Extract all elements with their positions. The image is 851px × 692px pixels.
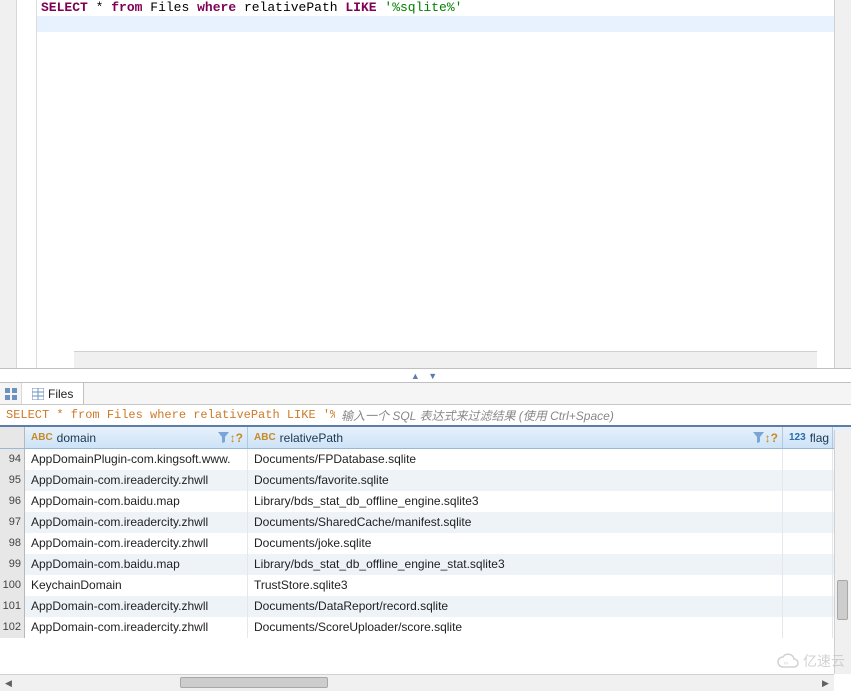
grid-icon	[5, 388, 17, 400]
row-number: 98	[0, 533, 25, 554]
column-label: domain	[57, 431, 96, 445]
table-row[interactable]: 96AppDomain-com.baidu.mapLibrary/bds_sta…	[0, 491, 851, 512]
table-row[interactable]: 97AppDomain-com.ireadercity.zhwllDocumen…	[0, 512, 851, 533]
table-icon	[32, 388, 44, 400]
tab-files[interactable]: Files	[22, 383, 84, 404]
rownum-header	[0, 427, 25, 448]
sash-panel-toggle[interactable]: ▲ ▼	[0, 369, 851, 383]
result-tabs: Files	[0, 383, 851, 405]
cell-flag[interactable]	[783, 596, 833, 617]
vscroll-thumb[interactable]	[837, 580, 848, 620]
cell-domain[interactable]: AppDomain-com.baidu.map	[25, 491, 248, 512]
cell-domain[interactable]: AppDomain-com.ireadercity.zhwll	[25, 512, 248, 533]
cell-flag[interactable]	[783, 554, 833, 575]
cell-flag[interactable]	[783, 470, 833, 491]
cloud-icon: ∞	[777, 653, 799, 669]
sash-arrow-icon: ▲ ▼	[411, 371, 440, 381]
column-label: relativePath	[280, 431, 343, 445]
column-header-relativepath[interactable]: ABC relativePath ↕?	[248, 427, 783, 448]
table-row[interactable]: 98AppDomain-com.ireadercity.zhwllDocumen…	[0, 533, 851, 554]
row-number: 97	[0, 512, 25, 533]
column-filtersort[interactable]: ↕?	[753, 431, 778, 445]
column-label: flag	[810, 431, 829, 445]
sql-line[interactable]: SELECT * from Files where relativePath L…	[37, 0, 834, 16]
cell-flag[interactable]	[783, 617, 833, 638]
funnel-icon	[218, 432, 229, 443]
cell-flag[interactable]	[783, 491, 833, 512]
cell-flag[interactable]	[783, 449, 833, 470]
cell-domain[interactable]: AppDomain-com.ireadercity.zhwll	[25, 596, 248, 617]
table-row[interactable]: 100KeychainDomainTrustStore.sqlite3	[0, 575, 851, 596]
tab-toggle-button[interactable]	[0, 383, 22, 404]
editor-hscrollbar[interactable]	[74, 351, 817, 368]
table-row[interactable]: 94AppDomainPlugin-com.kingsoft.www.Docum…	[0, 449, 851, 470]
cell-relativepath[interactable]: Documents/ScoreUploader/score.sqlite	[248, 617, 783, 638]
column-filtersort[interactable]: ↕?	[218, 431, 243, 445]
cell-domain[interactable]: KeychainDomain	[25, 575, 248, 596]
row-number: 95	[0, 470, 25, 491]
grid-hscrollbar[interactable]: ◀ ▶	[0, 674, 834, 691]
cell-domain[interactable]: AppDomain-com.baidu.map	[25, 554, 248, 575]
svg-text:∞: ∞	[784, 661, 788, 667]
cell-relativepath[interactable]: Documents/FPDatabase.sqlite	[248, 449, 783, 470]
row-number: 96	[0, 491, 25, 512]
status-sql-text: SELECT * from Files where relativePath L…	[6, 408, 335, 422]
grid-vscrollbar[interactable]	[834, 430, 851, 674]
table-row[interactable]: 101AppDomain-com.ireadercity.zhwllDocume…	[0, 596, 851, 617]
row-number: 101	[0, 596, 25, 617]
grid-body: 94AppDomainPlugin-com.kingsoft.www.Docum…	[0, 449, 851, 638]
cell-relativepath[interactable]: Library/bds_stat_db_offline_engine_stat.…	[248, 554, 783, 575]
table-row[interactable]: 102AppDomain-com.ireadercity.zhwllDocume…	[0, 617, 851, 638]
tab-label: Files	[48, 387, 73, 401]
column-header-domain[interactable]: ABC domain ↕?	[25, 427, 248, 448]
cell-flag[interactable]	[783, 575, 833, 596]
type-abc-icon: ABC	[254, 432, 276, 443]
row-number: 94	[0, 449, 25, 470]
cell-flag[interactable]	[783, 533, 833, 554]
cell-flag[interactable]	[783, 512, 833, 533]
cell-relativepath[interactable]: Documents/DataReport/record.sqlite	[248, 596, 783, 617]
row-number: 102	[0, 617, 25, 638]
sql-editor[interactable]: SELECT * from Files where relativePath L…	[0, 0, 851, 369]
row-number: 99	[0, 554, 25, 575]
hscroll-right-arrow[interactable]: ▶	[817, 675, 834, 692]
grid-header: ABC domain ↕? ABC relativePath ↕? 123 fl…	[0, 427, 851, 449]
table-row[interactable]: 99AppDomain-com.baidu.mapLibrary/bds_sta…	[0, 554, 851, 575]
cell-domain[interactable]: AppDomain-com.ireadercity.zhwll	[25, 470, 248, 491]
table-row[interactable]: 95AppDomain-com.ireadercity.zhwllDocumen…	[0, 470, 851, 491]
filter-input-placeholder[interactable]: 输入一个 SQL 表达式来过滤结果 (使用 Ctrl+Space)	[335, 407, 614, 424]
cell-relativepath[interactable]: Documents/joke.sqlite	[248, 533, 783, 554]
sql-cursor-line[interactable]	[37, 16, 834, 32]
editor-gutter	[0, 0, 17, 368]
cell-relativepath[interactable]: Library/bds_stat_db_offline_engine.sqlit…	[248, 491, 783, 512]
hscroll-left-arrow[interactable]: ◀	[0, 675, 17, 692]
column-header-flag[interactable]: 123 flag	[783, 427, 833, 448]
editor-vscrollbar[interactable]	[834, 0, 851, 368]
cell-domain[interactable]: AppDomain-com.ireadercity.zhwll	[25, 617, 248, 638]
sort-indicator: ↕?	[230, 431, 243, 445]
cell-relativepath[interactable]: Documents/favorite.sqlite	[248, 470, 783, 491]
funnel-icon	[753, 432, 764, 443]
hscroll-thumb[interactable]	[180, 677, 328, 688]
row-number: 100	[0, 575, 25, 596]
type-abc-icon: ABC	[31, 432, 53, 443]
cell-domain[interactable]: AppDomain-com.ireadercity.zhwll	[25, 533, 248, 554]
cell-relativepath[interactable]: Documents/SharedCache/manifest.sqlite	[248, 512, 783, 533]
editor-ruler	[17, 0, 37, 368]
sql-status-bar: SELECT * from Files where relativePath L…	[0, 405, 851, 427]
cell-domain[interactable]: AppDomainPlugin-com.kingsoft.www.	[25, 449, 248, 470]
cell-relativepath[interactable]: TrustStore.sqlite3	[248, 575, 783, 596]
type-123-icon: 123	[789, 432, 806, 443]
code-area[interactable]: SELECT * from Files where relativePath L…	[37, 0, 834, 368]
sort-indicator: ↕?	[765, 431, 778, 445]
